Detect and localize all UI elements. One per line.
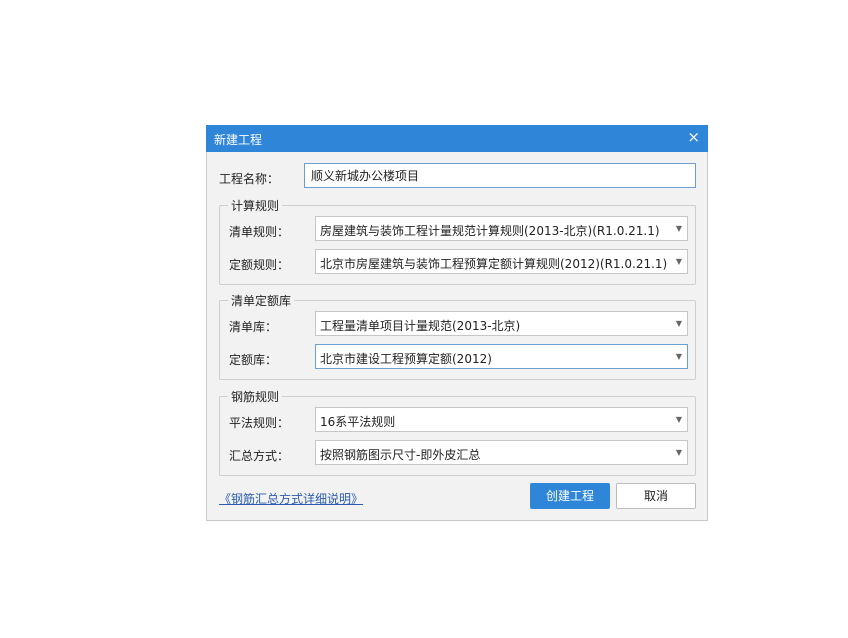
calc-rules-group: 计算规则 清单规则： 房屋建筑与装饰工程计量规范计算规则(2013-北京)(R1… xyxy=(219,197,696,285)
library-legend: 清单定额库 xyxy=(228,292,295,309)
list-lib-label: 清单库： xyxy=(229,320,278,334)
project-name-label: 工程名称： xyxy=(219,172,280,186)
close-icon[interactable]: × xyxy=(687,128,700,146)
quota-rule-select[interactable]: 北京市房屋建筑与装饰工程预算定额计算规则(2012)(R1.0.21.1) ▼ xyxy=(315,249,688,274)
flat-rule-value: 16系平法规则 xyxy=(320,415,396,429)
summary-mode-label: 汇总方式： xyxy=(229,449,290,463)
quota-lib-value: 北京市建设工程预算定额(2012) xyxy=(320,352,492,366)
chevron-down-icon: ▼ xyxy=(675,448,682,457)
library-group: 清单定额库 清单库： 工程量清单项目计量规范(2013-北京) ▼ 定额库： 北… xyxy=(219,292,696,380)
project-name-input[interactable] xyxy=(304,163,696,188)
chevron-down-icon: ▼ xyxy=(675,352,682,361)
rebar-summary-help-link[interactable]: 《钢筋汇总方式详细说明》 xyxy=(219,490,363,507)
create-project-button[interactable]: 创建工程 xyxy=(530,483,610,509)
quota-lib-select[interactable]: 北京市建设工程预算定额(2012) ▼ xyxy=(315,344,688,369)
chevron-down-icon: ▼ xyxy=(675,257,682,266)
quota-rule-value: 北京市房屋建筑与装饰工程预算定额计算规则(2012)(R1.0.21.1) xyxy=(320,257,668,271)
chevron-down-icon: ▼ xyxy=(675,224,682,233)
list-rule-label: 清单规则： xyxy=(229,225,290,239)
calc-rules-legend: 计算规则 xyxy=(228,197,283,214)
list-lib-select[interactable]: 工程量清单项目计量规范(2013-北京) ▼ xyxy=(315,311,688,336)
new-project-dialog: 新建工程 × 工程名称： 计算规则 清单规则： 房屋建筑与装饰工程计量规范计算规… xyxy=(206,125,708,521)
list-rule-value: 房屋建筑与装饰工程计量规范计算规则(2013-北京)(R1.0.21.1) xyxy=(320,224,660,238)
rebar-group: 钢筋规则 平法规则： 16系平法规则 ▼ 汇总方式： 按照钢筋图示尺寸-即外皮汇… xyxy=(219,388,696,476)
chevron-down-icon: ▼ xyxy=(675,415,682,424)
chevron-down-icon: ▼ xyxy=(675,319,682,328)
summary-mode-value: 按照钢筋图示尺寸-即外皮汇总 xyxy=(320,448,481,462)
rebar-legend: 钢筋规则 xyxy=(228,388,283,405)
dialog-title: 新建工程 xyxy=(214,133,263,147)
flat-rule-select[interactable]: 16系平法规则 ▼ xyxy=(315,407,688,432)
quota-rule-label: 定额规则： xyxy=(229,258,290,272)
cancel-button[interactable]: 取消 xyxy=(616,483,696,509)
list-rule-select[interactable]: 房屋建筑与装饰工程计量规范计算规则(2013-北京)(R1.0.21.1) ▼ xyxy=(315,216,688,241)
quota-lib-label: 定额库： xyxy=(229,353,278,367)
summary-mode-select[interactable]: 按照钢筋图示尺寸-即外皮汇总 ▼ xyxy=(315,440,688,465)
list-lib-value: 工程量清单项目计量规范(2013-北京) xyxy=(320,319,521,333)
flat-rule-label: 平法规则： xyxy=(229,416,290,430)
dialog-titlebar: 新建工程 × xyxy=(206,125,708,152)
